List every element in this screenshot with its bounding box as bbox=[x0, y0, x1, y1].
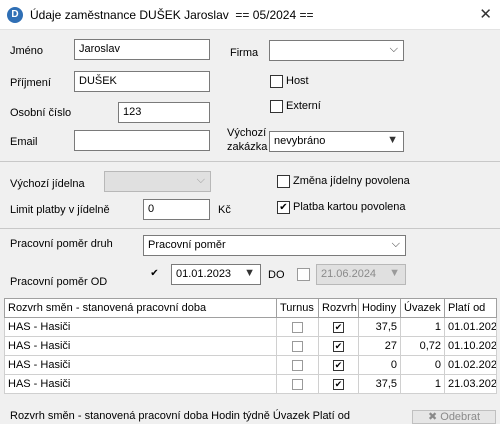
zakazka-label-line1: Výchozí bbox=[227, 127, 267, 139]
turnus-checkbox[interactable] bbox=[292, 321, 303, 333]
col-header-hodiny[interactable]: Hodiny bbox=[358, 298, 401, 318]
externi-label: Externí bbox=[286, 100, 321, 112]
row-uvazek: 1 bbox=[400, 374, 445, 394]
pomer-druh-value: Pracovní poměr bbox=[148, 239, 226, 251]
zakazka-select-value: nevybráno bbox=[274, 135, 326, 147]
chevron-down-icon: ▼ bbox=[389, 267, 400, 279]
title-bar: D Údaje zaměstnance DUŠEK Jaroslav == 05… bbox=[0, 0, 500, 30]
row-hodiny: 27 bbox=[358, 336, 401, 356]
col-header-plati-od[interactable]: Platí od bbox=[444, 298, 497, 318]
section-divider bbox=[0, 228, 500, 229]
platba-kartou-label: Platba kartou povolena bbox=[293, 201, 406, 213]
jmeno-input[interactable]: Jaroslav bbox=[74, 39, 210, 60]
turnus-checkbox[interactable] bbox=[292, 340, 303, 352]
pomer-druh-label: Pracovní poměr druh bbox=[10, 238, 113, 250]
pomer-od-date[interactable]: 01.01.2023 ▼ bbox=[171, 264, 261, 285]
close-icon[interactable]: ✕ bbox=[479, 5, 492, 23]
limit-input[interactable]: 0 bbox=[143, 199, 210, 220]
zmena-jidelny-checkbox[interactable] bbox=[277, 175, 290, 188]
jmeno-label: Jméno bbox=[10, 45, 44, 57]
row-plati-od: 21.03.2024 bbox=[444, 374, 497, 394]
app-icon: D bbox=[7, 7, 23, 23]
row-name: HAS - Hasiči bbox=[4, 355, 277, 375]
row-uvazek: 1 bbox=[400, 317, 445, 337]
bottom-header-text: Rozvrh směn - stanovená pracovní doba Ho… bbox=[10, 410, 350, 422]
row-hodiny: 0 bbox=[358, 355, 401, 375]
firma-label: Firma bbox=[230, 47, 259, 59]
table-header-row: Rozvrh směn - stanovená pracovní doba Tu… bbox=[4, 298, 497, 318]
table-row[interactable]: HAS - Hasiči ✔ 37,5 1 21.03.2024 bbox=[4, 374, 497, 394]
host-checkbox[interactable] bbox=[270, 75, 283, 88]
row-hodiny: 37,5 bbox=[358, 317, 401, 337]
rozvrh-checkbox[interactable]: ✔ bbox=[333, 340, 344, 352]
pomer-druh-select[interactable]: Pracovní poměr ⌵ bbox=[143, 235, 406, 256]
window-title: Údaje zaměstnance DUŠEK Jaroslav == 05/2… bbox=[30, 8, 314, 22]
row-uvazek: 0,72 bbox=[400, 336, 445, 356]
rozvrh-checkbox[interactable]: ✔ bbox=[333, 359, 344, 371]
limit-label: Limit platby v jídelně bbox=[10, 204, 110, 216]
col-header-rozvrh-smen[interactable]: Rozvrh směn - stanovená pracovní doba bbox=[4, 298, 277, 318]
chevron-down-icon: ⌵ bbox=[389, 43, 398, 55]
jidelna-label: Výchozí jídelna bbox=[10, 178, 85, 190]
prijmeni-input[interactable]: DUŠEK bbox=[74, 71, 210, 92]
col-header-uvazek[interactable]: Úvazek bbox=[400, 298, 445, 318]
prijmeni-label: Příjmení bbox=[10, 77, 51, 89]
osobni-cislo-input[interactable]: 123 bbox=[118, 102, 210, 123]
rozvrh-checkbox[interactable]: ✔ bbox=[333, 321, 344, 333]
platba-kartou-checkbox[interactable]: ✔ bbox=[277, 201, 290, 214]
host-label: Host bbox=[286, 75, 309, 87]
rozvrh-checkbox[interactable]: ✔ bbox=[333, 378, 344, 390]
row-name: HAS - Hasiči bbox=[4, 336, 277, 356]
row-name: HAS - Hasiči bbox=[4, 317, 277, 337]
turnus-checkbox[interactable] bbox=[292, 378, 303, 390]
pomer-do-label: DO bbox=[268, 269, 285, 281]
firma-select[interactable]: ⌵ bbox=[269, 40, 404, 61]
pomer-do-checkbox[interactable] bbox=[297, 268, 310, 281]
schedule-table: Rozvrh směn - stanovená pracovní doba Tu… bbox=[4, 298, 497, 394]
turnus-checkbox[interactable] bbox=[292, 359, 303, 371]
pomer-do-date[interactable]: 21.06.2024 ▼ bbox=[316, 264, 406, 285]
table-row[interactable]: HAS - Hasiči ✔ 27 0,72 01.10.2023 bbox=[4, 336, 497, 356]
chevron-down-icon: ⌵ bbox=[196, 174, 205, 186]
email-label: Email bbox=[10, 136, 38, 148]
row-plati-od: 01.02.2024 bbox=[444, 355, 497, 375]
col-header-rozvrh[interactable]: Rozvrh bbox=[318, 298, 359, 318]
externi-checkbox[interactable] bbox=[270, 100, 283, 113]
pomer-od-date-value: 01.01.2023 bbox=[176, 268, 232, 280]
zakazka-label-line2: zakázka bbox=[227, 141, 268, 153]
col-header-turnus[interactable]: Turnus bbox=[276, 298, 319, 318]
section-divider bbox=[0, 161, 500, 162]
pomer-do-date-value: 21.06.2024 bbox=[321, 268, 377, 280]
chevron-down-icon: ⌵ bbox=[391, 238, 400, 250]
row-plati-od: 01.01.2023 bbox=[444, 317, 497, 337]
jidelna-select[interactable]: ⌵ bbox=[104, 171, 211, 192]
osobni-cislo-label: Osobní číslo bbox=[10, 107, 72, 119]
pomer-od-checkbox[interactable]: ✔ bbox=[148, 268, 161, 281]
limit-unit: Kč bbox=[218, 204, 231, 216]
row-name: HAS - Hasiči bbox=[4, 374, 277, 394]
zakazka-select[interactable]: nevybráno ▼ bbox=[269, 131, 404, 152]
email-input[interactable] bbox=[74, 130, 210, 151]
bottom-strip: Rozvrh směn - stanovená pracovní doba Ho… bbox=[0, 410, 500, 424]
table-row[interactable]: HAS - Hasiči ✔ 37,5 1 01.01.2023 bbox=[4, 317, 497, 337]
table-row[interactable]: HAS - Hasiči ✔ 0 0 01.02.2024 bbox=[4, 355, 497, 375]
row-uvazek: 0 bbox=[400, 355, 445, 375]
chevron-down-icon: ▼ bbox=[387, 134, 398, 146]
zmena-jidelny-label: Změna jídelny povolena bbox=[293, 175, 410, 187]
row-plati-od: 01.10.2023 bbox=[444, 336, 497, 356]
pomer-od-label: Pracovní poměr OD bbox=[10, 276, 108, 288]
row-hodiny: 37,5 bbox=[358, 374, 401, 394]
chevron-down-icon: ▼ bbox=[244, 267, 255, 279]
